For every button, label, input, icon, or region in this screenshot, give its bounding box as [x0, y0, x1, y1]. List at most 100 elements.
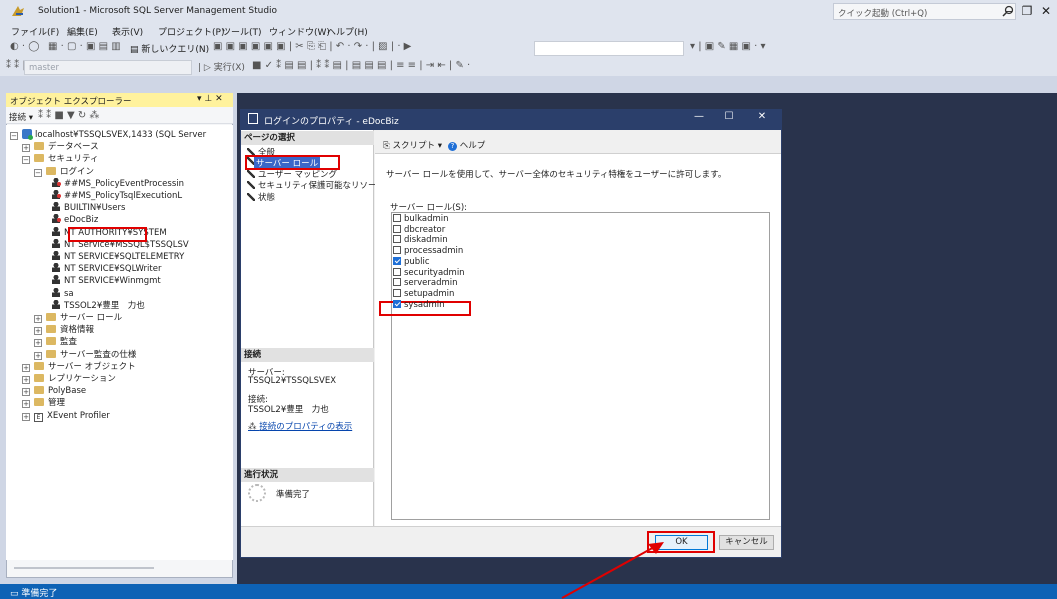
- expand-icon[interactable]: +: [34, 339, 42, 348]
- tree-node[interactable]: ##MS_PolicyEventProcessin: [52, 177, 184, 191]
- new-project-icon[interactable]: ▦ · ▢ · ▣ ▤ ▥: [48, 41, 121, 52]
- menu-edit[interactable]: 編集(E): [67, 25, 98, 38]
- page-status[interactable]: 状態: [247, 191, 275, 203]
- tree-node[interactable]: + 管理: [22, 397, 65, 410]
- tree-node-label: レプリケーション: [48, 374, 116, 384]
- page-securables[interactable]: セキュリティ保護可能なリソース: [247, 179, 385, 191]
- tree-node[interactable]: BUILTIN¥Users: [52, 202, 125, 215]
- menu-help[interactable]: ヘルプ(H): [327, 25, 368, 38]
- ssms-app-icon: [12, 6, 24, 16]
- tree-node[interactable]: TSSOL2¥豊里 力也: [52, 299, 145, 313]
- role-sysadmin[interactable]: sysadmin: [393, 299, 445, 310]
- database-select[interactable]: master: [24, 60, 192, 75]
- expand-icon[interactable]: +: [22, 388, 30, 397]
- collapse-icon[interactable]: −: [22, 156, 30, 165]
- tree-node-label: サーバー ロール: [60, 313, 123, 323]
- connect-button[interactable]: 接続 ▾: [9, 111, 33, 123]
- tree-node[interactable]: ##MS_PolicyTsqlExecutionL: [52, 190, 182, 203]
- script-button[interactable]: ⎘ スクリプト ▾: [383, 139, 442, 151]
- menu-window[interactable]: ウィンドウ(W): [269, 25, 330, 38]
- menu-project[interactable]: プロジェクト(P): [158, 25, 224, 38]
- tree-node[interactable]: NT SERVICE¥Winmgmt: [52, 275, 161, 288]
- tree-node[interactable]: + 監査: [34, 336, 77, 349]
- disabled-login-icon: [52, 190, 61, 199]
- role-checkbox[interactable]: [393, 246, 401, 255]
- oe-toolbar-icons[interactable]: ⁑ ⁑ ■ ▼ ↻ ⁂: [38, 110, 99, 121]
- role-checkbox[interactable]: [393, 278, 401, 287]
- role-checkbox[interactable]: [393, 224, 401, 233]
- server-roles-list[interactable]: [391, 212, 770, 520]
- tree-node[interactable]: + E XEvent Profiler: [22, 410, 110, 423]
- toolbar-combo[interactable]: [534, 41, 684, 56]
- tree-node[interactable]: + PolyBase: [22, 385, 86, 398]
- expand-icon[interactable]: +: [34, 315, 42, 323]
- tree-node[interactable]: + 資格情報: [34, 324, 94, 337]
- minimize-button[interactable]: ‒: [1000, 2, 1018, 20]
- collapse-icon[interactable]: −: [10, 132, 18, 140]
- tree-node[interactable]: + サーバー オブジェクト: [22, 361, 136, 374]
- tree-node[interactable]: eDocBiz: [52, 214, 98, 227]
- tree-node[interactable]: + サーバー監査の仕様: [34, 349, 136, 362]
- expand-icon[interactable]: +: [22, 412, 30, 421]
- view-connection-properties-link[interactable]: ⁂ 接続のプロパティの表示: [248, 420, 352, 432]
- expand-icon[interactable]: +: [22, 144, 30, 153]
- tree-node[interactable]: NT SERVICE¥SQLWriter: [52, 263, 161, 276]
- role-securityadmin[interactable]: securityadmin: [393, 267, 465, 278]
- role-label: serveradmin: [404, 278, 458, 289]
- role-serveradmin[interactable]: serveradmin: [393, 278, 458, 288]
- object-explorer-tree[interactable]: − localhost¥TSSQLSVEX,1433 (SQL Server + デー…: [6, 125, 233, 560]
- query-type-icons[interactable]: ▣ ▣ ▣ ▣ ▣ ▣ | ✂ ⎘ ⎗ | ↶ · ↷ · | ▨ | · ▶: [213, 41, 411, 52]
- expand-icon[interactable]: +: [22, 400, 30, 409]
- toolbar-extra-icons[interactable]: ▾ | ▣ ✎ ▦ ▣ · ▾: [690, 41, 766, 52]
- nav-back-icon[interactable]: ◐ · ◯: [10, 41, 39, 52]
- expand-icon[interactable]: +: [22, 376, 30, 384]
- editor-toolbar-icons[interactable]: ■ ✓ ⁑ ▤ ▤ | ⁑ ⁑ ▤ | ▤ ▤ ▤ | ≡ ≡ | ⇥ ⇤ | …: [252, 60, 470, 71]
- progress-status: 準備完了: [276, 490, 311, 500]
- dialog-minimize-button[interactable]: —: [690, 111, 708, 122]
- menu-file[interactable]: ファイル(F): [11, 25, 59, 38]
- role-dbcreator[interactable]: dbcreator: [393, 224, 445, 235]
- collapse-icon[interactable]: −: [34, 168, 42, 177]
- database-select-value: master: [29, 63, 59, 73]
- role-checkbox[interactable]: [393, 214, 401, 222]
- expand-icon[interactable]: +: [22, 363, 30, 372]
- role-checkbox[interactable]: [393, 256, 401, 265]
- panel-pin-close-icons[interactable]: ▾ ⊥ ✕: [197, 94, 223, 104]
- new-query-button[interactable]: ▤ 新しいクエリ(N): [130, 42, 209, 55]
- role-processadmin[interactable]: processadmin: [393, 246, 463, 256]
- close-button[interactable]: ✕: [1037, 2, 1055, 20]
- role-checkbox[interactable]: [393, 299, 401, 308]
- folder-icon: [34, 154, 44, 163]
- cancel-button[interactable]: キャンセル: [719, 535, 774, 550]
- tree-node[interactable]: + レプリケーション: [22, 373, 116, 386]
- role-diskadmin[interactable]: diskadmin: [393, 235, 448, 245]
- role-checkbox[interactable]: [393, 235, 401, 244]
- expand-icon[interactable]: +: [34, 351, 42, 360]
- tree-node-label: PolyBase: [48, 386, 87, 397]
- dialog-close-button[interactable]: ✕: [753, 111, 771, 122]
- tree-node-label: sa: [64, 288, 74, 299]
- filter-icons[interactable]: ⁑ ⁑ |: [6, 60, 26, 71]
- tree-node[interactable]: + サーバー ロール: [34, 312, 122, 325]
- quick-launch-input[interactable]: クイック起動 (Ctrl+Q): [833, 3, 1016, 20]
- role-setupadmin[interactable]: setupadmin: [393, 288, 454, 299]
- restore-button[interactable]: ❐: [1018, 2, 1036, 20]
- expand-icon[interactable]: +: [34, 327, 42, 336]
- tree-node[interactable]: sa: [52, 287, 74, 301]
- role-checkbox[interactable]: [393, 267, 401, 276]
- help-button[interactable]: ? ヘルプ: [448, 139, 485, 151]
- horizontal-scrollbar[interactable]: [14, 567, 154, 569]
- dialog-maximize-button[interactable]: ☐: [720, 111, 738, 122]
- role-public[interactable]: public: [393, 256, 430, 267]
- tree-node[interactable]: + データベース: [22, 141, 99, 154]
- execute-button[interactable]: | ▷ 実行(X): [198, 60, 245, 73]
- tree-node[interactable]: − セキュリティ: [22, 153, 99, 166]
- menu-tools[interactable]: ツール(T): [222, 25, 262, 38]
- menu-view[interactable]: 表示(V): [112, 25, 143, 38]
- tree-node[interactable]: NT SERVICE¥SQLTELEMETRY: [52, 251, 184, 264]
- role-bulkadmin[interactable]: bulkadmin: [393, 214, 449, 224]
- tree-node[interactable]: − localhost¥TSSQLSVEX,1433 (SQL Server: [10, 129, 206, 142]
- role-checkbox[interactable]: [393, 288, 401, 297]
- tree-node[interactable]: − ログイン: [34, 166, 94, 179]
- role-label: public: [404, 256, 430, 267]
